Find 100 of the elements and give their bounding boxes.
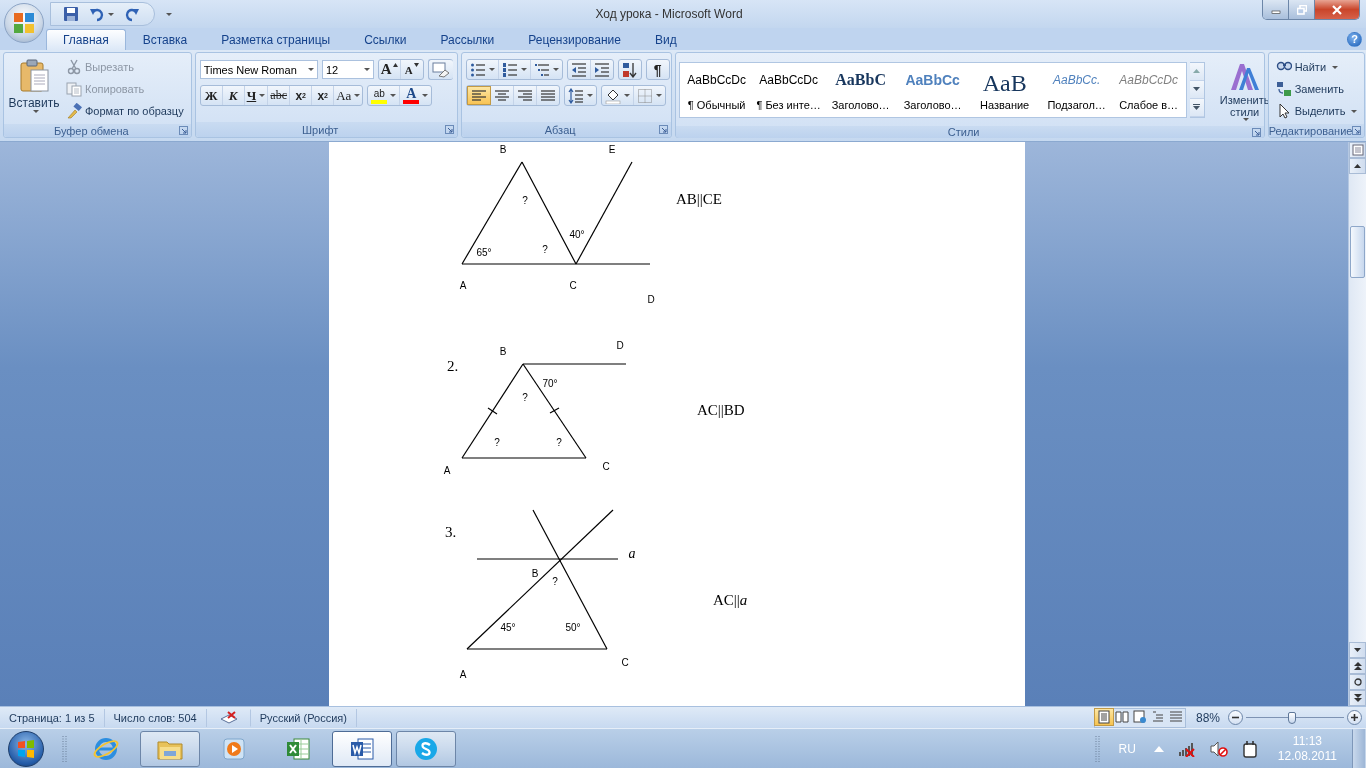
style-item[interactable]: AaBbCcDc Слабое в… <box>1114 65 1183 114</box>
align-right-icon <box>516 87 533 104</box>
highlight-button[interactable]: ab <box>368 86 401 105</box>
up-triangle-icon <box>1354 164 1361 168</box>
increase-indent-icon <box>593 61 610 78</box>
caret-icon <box>32 110 39 113</box>
zoom-slider-thumb[interactable] <box>1288 711 1297 724</box>
replace-button[interactable]: Заменить <box>1272 79 1361 99</box>
zoom-level[interactable]: 88% <box>1195 710 1220 725</box>
style-item[interactable]: AaBbC Заголово… <box>826 65 895 114</box>
figure-label: D <box>616 340 624 351</box>
language-indicator[interactable]: Русский (Россия) <box>250 708 357 727</box>
style-item[interactable]: AaBbCc Заголово… <box>898 65 967 114</box>
zoom-in-button[interactable] <box>1347 710 1362 725</box>
zoom-out-button[interactable] <box>1228 710 1243 725</box>
ribbon-tab[interactable]: Вставка <box>125 29 205 50</box>
close-button[interactable] <box>1315 0 1359 19</box>
previous-page-button[interactable] <box>1349 658 1366 674</box>
up-triangle-icon <box>392 63 398 67</box>
print-view-button[interactable] <box>1094 708 1113 725</box>
ribbon-tab[interactable]: Разметка страницы <box>204 29 348 50</box>
restore-button[interactable] <box>1289 0 1315 19</box>
find-button[interactable]: Найти <box>1272 57 1361 77</box>
style-item[interactable]: AaBbCc. Подзагол… <box>1042 65 1111 114</box>
dialog-launcher-icon[interactable] <box>178 126 188 135</box>
taskbar-app-button[interactable] <box>332 730 392 767</box>
taskbar-app-button[interactable] <box>140 730 200 767</box>
case-button[interactable]: Aa <box>334 86 363 105</box>
dialog-launcher-icon[interactable] <box>658 125 668 134</box>
grow-font-button[interactable]: A <box>378 60 401 79</box>
align-justify-icon <box>539 87 556 104</box>
group-label: Редактирование <box>1268 124 1353 137</box>
web-view-button[interactable] <box>1130 708 1149 725</box>
style-item[interactable]: AaB Название <box>970 65 1039 114</box>
figure-label: 70° <box>542 378 558 389</box>
figure-label: 65° <box>476 247 492 258</box>
font-size-field[interactable]: 12 <box>321 60 374 79</box>
taskbar-app-button[interactable] <box>396 730 456 767</box>
painter-button[interactable]: Формат по образцу <box>63 101 187 121</box>
caret-icon <box>259 94 266 97</box>
book-error-icon <box>219 710 238 725</box>
figure-label: ? <box>552 576 558 587</box>
word-count[interactable]: Число слов: 504 <box>104 708 207 727</box>
line-spacing-button[interactable] <box>563 85 597 106</box>
figure-label: 40° <box>569 229 585 240</box>
down-triangle-icon <box>413 63 419 67</box>
align-left-button[interactable] <box>466 86 491 105</box>
reading-view-button[interactable] <box>1112 708 1131 725</box>
italic-button[interactable]: К <box>222 86 245 105</box>
line-label: a <box>628 546 636 561</box>
underline-button[interactable]: Ч <box>244 86 269 105</box>
ribbon-tab[interactable]: Ссылки <box>347 29 424 50</box>
ribbon-tab[interactable]: Главная <box>46 29 126 50</box>
dialog-launcher-icon[interactable] <box>1251 127 1261 137</box>
multilevel-list-icon <box>533 61 550 78</box>
numbering-icon <box>501 61 518 78</box>
scroll-thumb[interactable] <box>1350 226 1365 278</box>
double-up-icon <box>1353 662 1362 670</box>
figure-label: E <box>608 144 616 155</box>
down-triangle-icon <box>1193 87 1201 91</box>
strike-button[interactable]: abc <box>268 86 291 105</box>
minimize-button[interactable] <box>1263 0 1289 19</box>
scroll-down-button[interactable] <box>1349 642 1366 658</box>
caret-icon <box>108 12 114 16</box>
clear-formatting-button[interactable] <box>427 59 453 80</box>
ribbon-tab[interactable]: Рассылки <box>423 29 512 50</box>
start-button[interactable] <box>8 730 44 767</box>
style-item[interactable]: AaBbCcDc ¶ Без инте… <box>754 65 823 114</box>
figure-label: 50° <box>565 622 581 633</box>
next-page-button[interactable] <box>1349 690 1366 706</box>
dialog-launcher-icon[interactable] <box>1352 126 1362 135</box>
align-left-icon <box>470 87 487 104</box>
dialog-launcher-icon[interactable] <box>444 125 454 134</box>
gallery-more-button[interactable] <box>1189 98 1204 117</box>
font-color-button[interactable]: A <box>400 86 432 105</box>
bold-button[interactable]: Ж <box>200 86 223 105</box>
gallery-down-button[interactable] <box>1189 80 1204 99</box>
ribbon-tab[interactable]: Вид <box>637 29 694 50</box>
ruler-toggle-button[interactable] <box>1349 142 1366 158</box>
style-item[interactable]: AaBbCcDc ¶ Обычный <box>682 65 751 114</box>
paste-button[interactable]: Вставить <box>8 56 60 121</box>
font-name-field[interactable]: Times New Roman <box>199 60 318 79</box>
shrink-font-button[interactable]: A <box>400 60 423 79</box>
clipboard-icon <box>18 59 50 93</box>
page-count[interactable]: Страница: 1 из 5 <box>0 708 105 727</box>
sup-button[interactable]: x$^{2}$ <box>312 86 335 105</box>
figure-label: ? <box>494 437 500 448</box>
sort-button[interactable] <box>617 59 642 80</box>
copy-icon <box>66 81 82 97</box>
scroll-up-button[interactable] <box>1349 158 1366 174</box>
select-button[interactable]: Выделить <box>1272 101 1361 121</box>
brush-icon <box>66 103 82 119</box>
show-marks-button[interactable]: ¶ <box>645 59 670 80</box>
browse-object-button[interactable] <box>1349 674 1366 690</box>
restore-icon <box>1296 4 1307 15</box>
muted-speaker-icon <box>1209 740 1228 757</box>
draft-view-icon <box>1168 709 1183 724</box>
parallel-condition: AC||a <box>713 592 748 608</box>
web-view-icon <box>1132 709 1147 724</box>
ribbon-tab[interactable]: Рецензирование <box>511 29 638 50</box>
